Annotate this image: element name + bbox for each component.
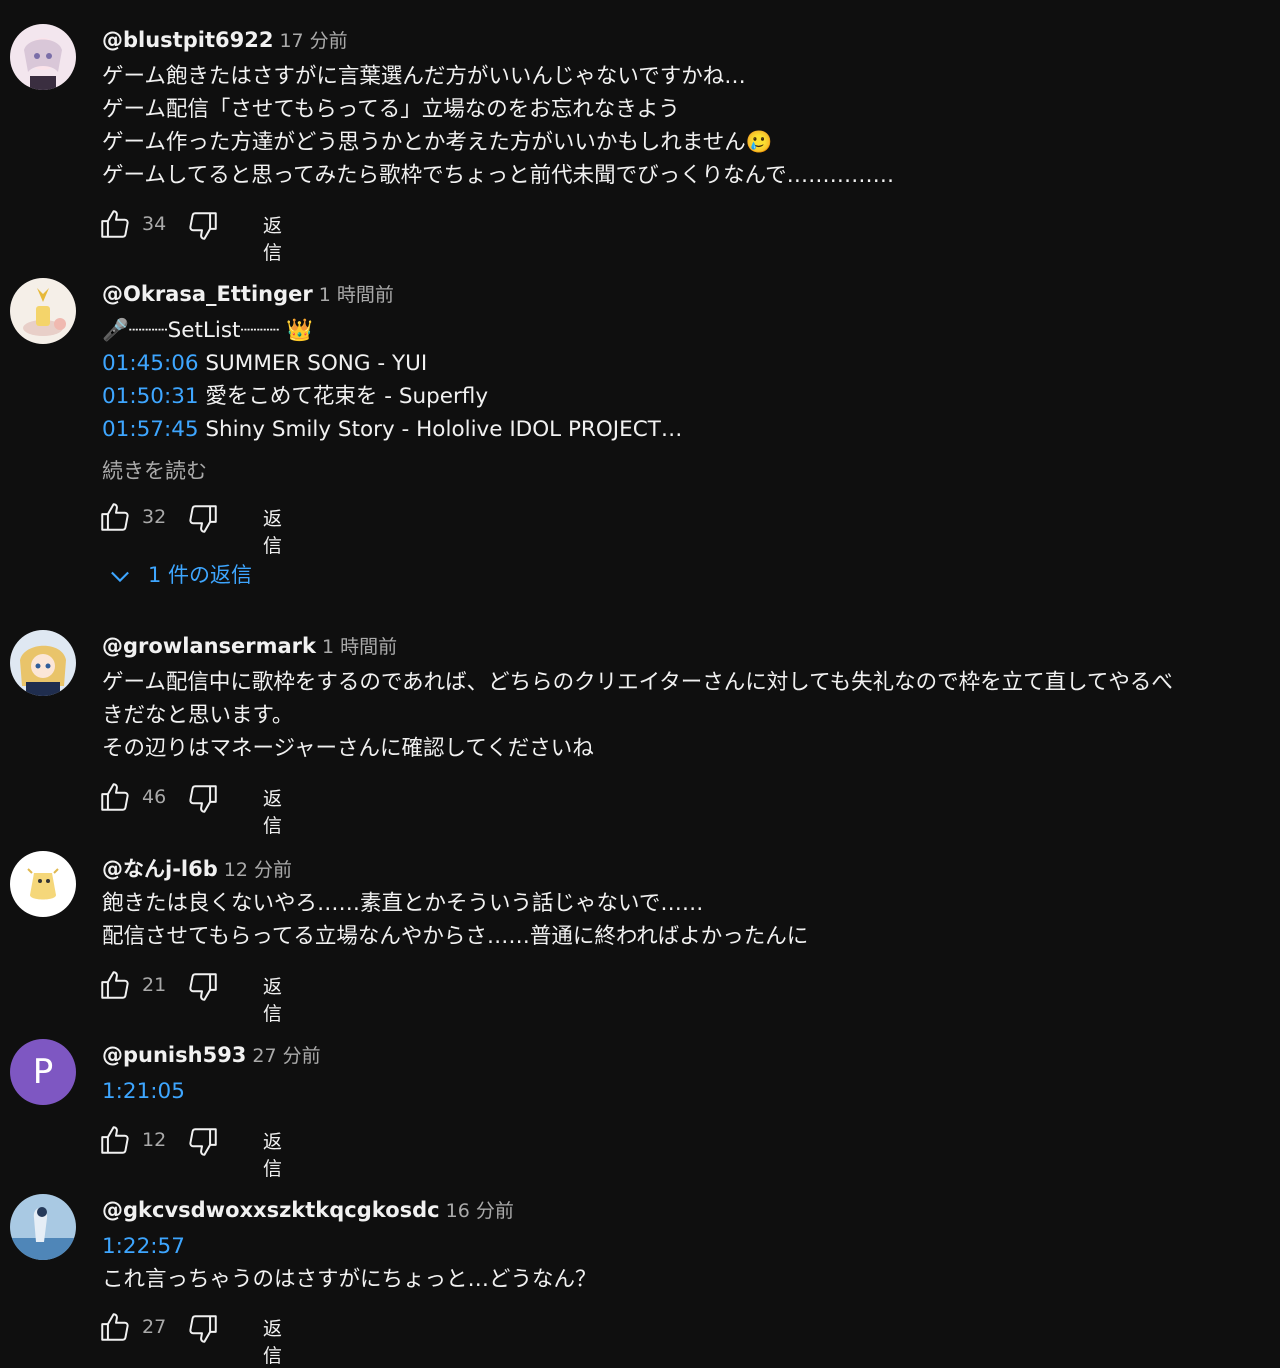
comment-text-line: ゲーム作った方達がどう思うかとか考えた方がいいかもしれません🥲 — [102, 130, 773, 155]
timestamp-line: 01:50:31 愛をこめて花束を - Superfly — [102, 380, 488, 413]
thumb-down-icon[interactable] — [186, 970, 220, 1004]
timestamp-link[interactable]: 1:22:57 — [102, 1234, 185, 1259]
thumb-down-icon[interactable] — [186, 502, 220, 536]
avatar[interactable] — [10, 24, 76, 90]
like-count: 21 — [142, 974, 167, 996]
timestamp-link[interactable]: 01:50:31 — [102, 384, 199, 409]
thumb-up-icon[interactable] — [98, 500, 132, 534]
comment-time[interactable]: 1 時間前 — [322, 636, 397, 658]
comment-text-line: 配信させてもらってる立場なんやからさ……普通に終わればよかったんに — [102, 924, 809, 949]
song-title: SUMMER SONG - YUI — [198, 351, 428, 376]
view-replies-button[interactable]: 1 件の返信 — [106, 559, 252, 590]
author-name[interactable]: @Okrasa_Ettinger — [102, 282, 313, 306]
comment-text-line: きだなと思います。 — [102, 703, 294, 728]
comment-time[interactable]: 16 分前 — [446, 1200, 514, 1222]
comment-time[interactable]: 27 分前 — [252, 1045, 320, 1067]
chevron-down-icon — [111, 571, 129, 583]
thumb-up-icon[interactable] — [98, 1310, 132, 1344]
thumb-down-icon[interactable] — [186, 782, 220, 816]
avatar[interactable] — [10, 630, 76, 696]
timestamp-line: 1:21:05 — [102, 1075, 185, 1108]
timestamp-line: 01:45:06 SUMMER SONG - YUI — [102, 347, 427, 380]
avatar[interactable] — [10, 1194, 76, 1260]
song-title: 愛をこめて花束を - Superfly — [198, 384, 489, 409]
reply-button[interactable]: 返信 — [263, 784, 282, 838]
comment-header: @Okrasa_Ettinger 1 時間前 — [102, 280, 394, 307]
comment-text-line: ゲーム配信中に歌枠をするのであれば、どちらのクリエイターさんに対しても失礼なので… — [102, 670, 1173, 695]
thumb-up-icon[interactable] — [98, 968, 132, 1002]
thumb-up-icon[interactable] — [98, 1123, 132, 1157]
comment-text-line: ゲーム配信「させてもらってる」立場なのをお忘れなきよう — [102, 97, 680, 122]
timestamp-link[interactable]: 01:57:45 — [102, 417, 199, 442]
author-name[interactable]: @punish593 — [102, 1043, 246, 1067]
like-count: 32 — [142, 506, 167, 528]
author-name[interactable]: @growlansermark — [102, 634, 316, 658]
comment-text-line: これ言っちゃうのはさすがにちょっと…どうなん？ — [102, 1267, 597, 1292]
avatar[interactable] — [10, 278, 76, 344]
comment-text-line: ゲーム飽きたはさすがに言葉選んだ方がいいんじゃないですかね… — [102, 64, 746, 89]
reply-button[interactable]: 返信 — [263, 1314, 282, 1368]
author-name[interactable]: @gkcvsdwoxxszktkqcgkosdc — [102, 1198, 440, 1222]
timestamp-line: 01:57:45 Shiny Smily Story - Hololive ID… — [102, 413, 682, 446]
thumb-up-icon[interactable] — [98, 780, 132, 814]
reply-button[interactable]: 返信 — [263, 211, 282, 265]
avatar[interactable]: P — [10, 1039, 76, 1105]
comment-time[interactable]: 12 分前 — [224, 859, 292, 881]
like-count: 34 — [142, 213, 167, 235]
like-count: 12 — [142, 1129, 167, 1151]
comment-header: @punish593 27 分前 — [102, 1041, 321, 1068]
comment-header: @blustpit6922 17 分前 — [102, 26, 348, 53]
author-name[interactable]: @なんj-l6b — [102, 857, 218, 881]
song-title: Shiny Smily Story - Hololive IDOL PROJEC… — [198, 417, 683, 442]
read-more-link[interactable]: 続きを読む — [102, 455, 207, 485]
reply-button[interactable]: 返信 — [263, 972, 282, 1026]
author-name[interactable]: @blustpit6922 — [102, 28, 273, 52]
comment-time[interactable]: 17 分前 — [279, 30, 347, 52]
comment-text-line: 飽きたは良くないやろ……素直とかそういう話じゃないで…… — [102, 891, 704, 916]
comment-text-line: その辺りはマネージャーさんに確認してくださいね — [102, 736, 594, 761]
comment-header: @gkcvsdwoxxszktkqcgkosdc 16 分前 — [102, 1196, 514, 1223]
thumb-down-icon[interactable] — [186, 1125, 220, 1159]
like-count: 27 — [142, 1316, 167, 1338]
like-count: 46 — [142, 786, 167, 808]
comment-header: @growlansermark 1 時間前 — [102, 632, 397, 659]
setlist-line: 🎤┈┈┈SetList┈┈┈ 👑 — [102, 318, 313, 343]
reply-button[interactable]: 返信 — [263, 1127, 282, 1181]
reply-button[interactable]: 返信 — [263, 504, 282, 558]
timestamp-link[interactable]: 1:21:05 — [102, 1079, 185, 1104]
comment-header: @なんj-l6b 12 分前 — [102, 853, 292, 883]
avatar[interactable] — [10, 851, 76, 917]
replies-count-label: 1 件の返信 — [148, 563, 253, 587]
timestamp-link[interactable]: 01:45:06 — [102, 351, 199, 376]
thumb-up-icon[interactable] — [98, 207, 132, 241]
comment-text-line: ゲームしてると思ってみたら歌枠でちょっと前代未聞でびっくりなんで…………… — [102, 163, 895, 188]
thumb-down-icon[interactable] — [186, 209, 220, 243]
thumb-down-icon[interactable] — [186, 1312, 220, 1346]
comment-time[interactable]: 1 時間前 — [319, 284, 394, 306]
timestamp-line: 1:22:57 — [102, 1230, 185, 1263]
